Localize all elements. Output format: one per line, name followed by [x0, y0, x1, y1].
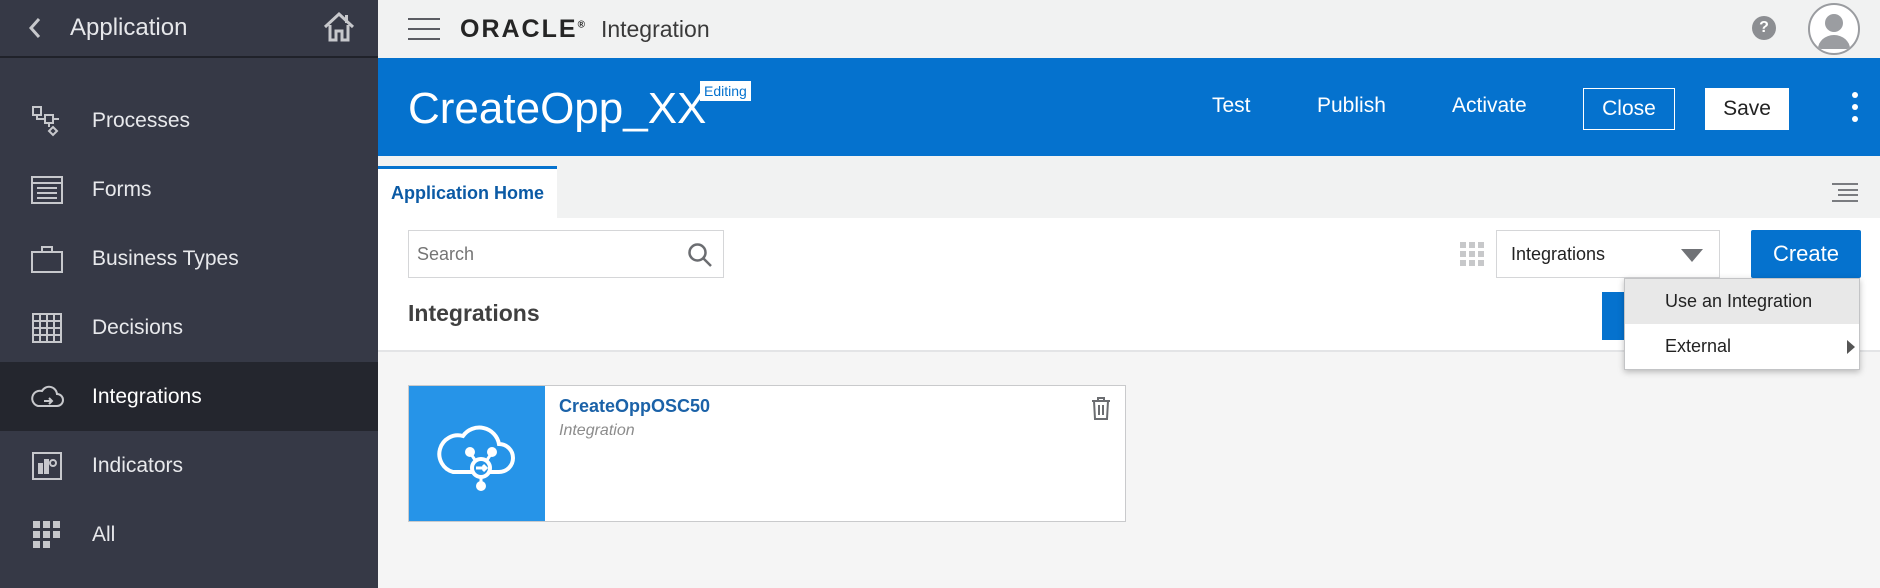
form-icon: [30, 173, 64, 207]
publish-button[interactable]: Publish: [1317, 94, 1386, 118]
back-button[interactable]: [0, 0, 70, 57]
sidebar-item-indicators[interactable]: Indicators: [0, 431, 378, 500]
tab-bar: Application Home: [378, 156, 1880, 218]
sidebar-item-decisions[interactable]: Decisions: [0, 293, 378, 362]
sidebar-item-processes[interactable]: Processes: [0, 86, 378, 155]
chevron-left-icon: [28, 18, 41, 38]
close-button[interactable]: Close: [1583, 88, 1675, 130]
home-icon: [323, 11, 355, 42]
hamburger-menu-icon[interactable]: [408, 18, 440, 40]
table-icon: [30, 311, 64, 345]
create-button[interactable]: Create: [1751, 230, 1861, 278]
list-view-icon[interactable]: [1832, 182, 1858, 202]
sidebar-header: Application: [0, 0, 378, 58]
search-box: [408, 230, 724, 278]
section-title: Integrations: [408, 300, 540, 326]
search-input[interactable]: [409, 243, 669, 265]
card-list: CreateOppOSC50 Integration: [378, 352, 1880, 588]
product-name: Integration: [600, 15, 710, 42]
cloud-integration-icon: [437, 425, 515, 491]
grid-icon: [30, 518, 64, 552]
user-icon: [1818, 14, 1850, 49]
sidebar-item-integrations[interactable]: Integrations: [0, 362, 378, 431]
grid-view-icon[interactable]: [1460, 242, 1484, 266]
help-icon[interactable]: ?: [1752, 16, 1776, 40]
sidebar-item-business-types[interactable]: Business Types: [0, 224, 378, 293]
menu-item-label: External: [1665, 336, 1732, 356]
select-value: Integrations: [1511, 243, 1606, 264]
type-filter-select[interactable]: Integrations: [1496, 230, 1720, 278]
search-icon[interactable]: [687, 242, 713, 268]
integration-thumbnail: [409, 386, 545, 521]
chevron-right-icon: [1847, 340, 1855, 354]
test-button[interactable]: Test: [1212, 94, 1251, 118]
home-button[interactable]: [322, 10, 356, 44]
process-icon: [30, 104, 64, 138]
top-bar: ORACLE® Integration ?: [378, 0, 1880, 58]
chart-icon: [30, 449, 64, 483]
sidebar-item-label: Processes: [92, 108, 191, 132]
cloud-icon: [30, 380, 64, 414]
sidebar-item-all[interactable]: All: [0, 500, 378, 569]
save-button[interactable]: Save: [1705, 88, 1789, 130]
page-title: CreateOpp_XX: [408, 84, 707, 133]
briefcase-icon: [30, 242, 64, 276]
menu-item-external[interactable]: External: [1625, 324, 1859, 369]
activate-button[interactable]: Activate: [1452, 94, 1527, 118]
more-options-icon[interactable]: [1852, 92, 1858, 122]
create-menu: Use an Integration External: [1624, 278, 1860, 370]
avatar[interactable]: [1808, 3, 1860, 55]
menu-item-label: Use an Integration: [1665, 291, 1813, 311]
card-title[interactable]: CreateOppOSC50: [559, 396, 710, 417]
brand-logo: ORACLE®: [460, 14, 587, 43]
sidebar-item-label: Forms: [92, 177, 152, 201]
main-content: Integrations Create Integrations CreateO…: [378, 218, 1880, 588]
card-subtitle: Integration: [559, 422, 635, 439]
sidebar-item-forms[interactable]: Forms: [0, 155, 378, 224]
sidebar-item-label: Integrations: [92, 384, 202, 408]
sidebar-title: Application: [70, 14, 188, 41]
trash-icon[interactable]: [1091, 396, 1111, 420]
sidebar-item-label: All: [92, 522, 116, 546]
integration-card[interactable]: CreateOppOSC50 Integration: [408, 385, 1126, 522]
tab-application-home[interactable]: Application Home: [378, 166, 557, 218]
sidebar-item-label: Decisions: [92, 315, 184, 339]
caret-down-icon: [1681, 249, 1703, 262]
status-badge: Editing: [700, 81, 751, 101]
sidebar-item-label: Business Types: [92, 246, 239, 270]
sidebar: Application Processes Forms Business Typ…: [0, 0, 378, 588]
sidebar-item-label: Indicators: [92, 453, 184, 477]
sidebar-nav: Processes Forms Business Types Decisions…: [0, 86, 378, 569]
app-header: CreateOpp_XX Editing Test Publish Activa…: [378, 58, 1880, 156]
menu-item-use-integration[interactable]: Use an Integration: [1625, 279, 1859, 324]
